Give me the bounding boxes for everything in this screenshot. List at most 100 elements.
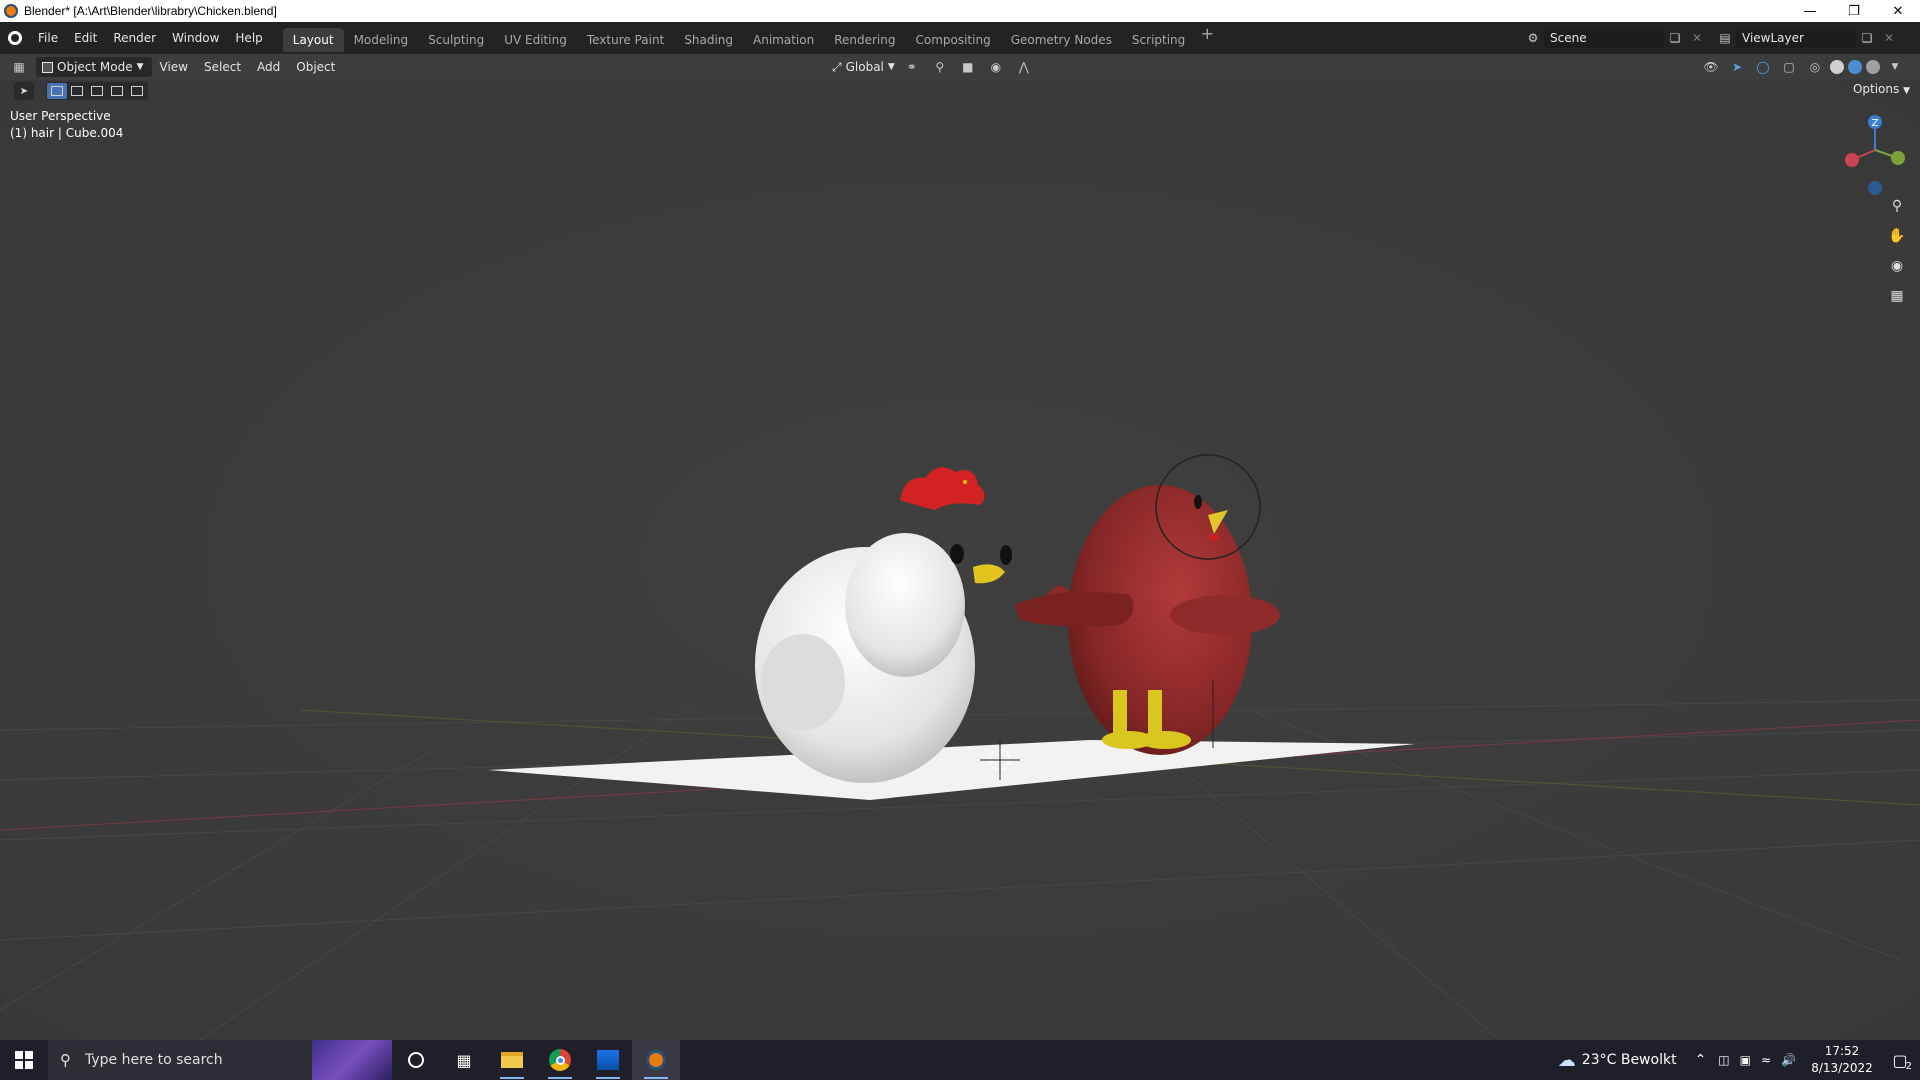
tab-texture-paint[interactable]: Texture Paint [577, 28, 674, 52]
menu-window[interactable]: Window [164, 22, 227, 54]
gizmo-x-axis[interactable] [1845, 153, 1859, 167]
menu-edit[interactable]: Edit [66, 22, 105, 54]
orientation-label: Global [845, 60, 884, 74]
select-extend-icon[interactable] [67, 83, 87, 99]
window-title: Blender* [A:\Art\Blender\librabry\Chicke… [24, 4, 277, 18]
chevron-down-icon: ▼ [136, 62, 144, 72]
gizmo-toggle-icon[interactable]: ➤ [1726, 57, 1748, 77]
cloud-weather-icon: ☁ [1557, 1049, 1576, 1071]
taskbar-blender[interactable] [632, 1040, 680, 1080]
restore-button[interactable]: ❐ [1832, 0, 1876, 22]
material-preview-shading-icon[interactable] [1848, 60, 1862, 74]
action-center-button[interactable]: ▢ 2 [1880, 1040, 1920, 1080]
orientation-selector[interactable]: ⤢ Global ▼ [832, 60, 895, 75]
window-titlebar: Blender* [A:\Art\Blender\librabry\Chicke… [0, 0, 1920, 22]
falloff-icon[interactable]: ⋀ [1013, 57, 1035, 77]
tab-sculpting[interactable]: Sculpting [418, 28, 494, 52]
wifi-icon[interactable]: ≈ [1761, 1053, 1771, 1067]
cortana-circle-icon [408, 1052, 424, 1068]
options-dropdown[interactable]: Options ▼ [1853, 82, 1910, 96]
editor-type-icon[interactable]: ▦ [8, 57, 30, 77]
select-tool-icon[interactable]: ➤ [14, 82, 34, 100]
taskbar-chrome[interactable] [536, 1040, 584, 1080]
chrome-icon [549, 1049, 571, 1071]
add-workspace-button[interactable]: + [1197, 24, 1217, 52]
viewport-header: ▦ Object Mode ▼ View Select Add Object ⤢… [0, 54, 1920, 80]
scene-browse-icon[interactable]: ⚙ [1522, 28, 1544, 48]
viewport-display-tools: 👁 ➤ ◯ ▢ ◎ ▼ [1700, 57, 1906, 77]
viewlayer-name-field[interactable]: ViewLayer [1736, 28, 1856, 48]
search-icon: ⚲ [60, 1051, 71, 1069]
display-icon[interactable]: ▣ [1740, 1053, 1751, 1067]
perspective-toggle-icon[interactable]: ▦ [1886, 285, 1908, 307]
selection-mode-group [46, 82, 148, 100]
taskbar-search-box[interactable]: ⚲ Type here to search [48, 1040, 392, 1080]
camera-view-icon[interactable]: ◉ [1886, 255, 1908, 277]
menu-render[interactable]: Render [105, 22, 164, 54]
rendered-shading-icon[interactable] [1866, 60, 1880, 74]
select-subtract-icon[interactable] [87, 83, 107, 99]
volume-icon[interactable]: 🔊 [1781, 1053, 1796, 1067]
taskbar-photos[interactable] [584, 1040, 632, 1080]
visibility-icon[interactable]: 👁 [1700, 57, 1722, 77]
taskbar-file-explorer[interactable] [488, 1040, 536, 1080]
tab-uv-editing[interactable]: UV Editing [494, 28, 577, 52]
tab-compositing[interactable]: Compositing [905, 28, 1000, 52]
tab-geometry-nodes[interactable]: Geometry Nodes [1001, 28, 1122, 52]
taskbar-clock[interactable]: 17:52 8/13/2022 [1804, 1043, 1880, 1077]
show-hidden-icons-icon[interactable]: ⌃ [1695, 1052, 1707, 1068]
perspective-label: User Perspective [10, 109, 111, 123]
menu-view[interactable]: View [152, 60, 196, 74]
scene-name-field[interactable]: Scene [1544, 28, 1664, 48]
menu-object[interactable]: Object [288, 60, 343, 74]
weather-label[interactable]: 23°C Bewolkt [1582, 1052, 1677, 1068]
menu-file[interactable]: File [30, 22, 66, 54]
viewport-info-overlay: User Perspective (1) hair | Cube.004 [10, 108, 123, 142]
viewlayer-browse-icon[interactable]: ▤ [1714, 28, 1736, 48]
search-highlight-image [312, 1040, 392, 1080]
delete-scene-icon[interactable]: ✕ [1686, 28, 1708, 48]
new-viewlayer-icon[interactable]: ❏ [1856, 28, 1878, 48]
blender-menu-button[interactable] [0, 22, 30, 54]
gizmo-neg-z-axis[interactable] [1868, 181, 1882, 195]
tab-modeling[interactable]: Modeling [344, 28, 419, 52]
task-view-button[interactable]: ▦ [440, 1040, 488, 1080]
overlay-toggle-icon[interactable]: ◯ [1752, 57, 1774, 77]
tab-animation[interactable]: Animation [743, 28, 824, 52]
minimize-button[interactable]: — [1788, 0, 1832, 22]
clock-date: 8/13/2022 [1811, 1061, 1873, 1075]
close-button[interactable]: ✕ [1876, 0, 1920, 22]
menu-add[interactable]: Add [249, 60, 288, 74]
pivot-point-icon[interactable]: ⚭ [901, 57, 923, 77]
snap-icon[interactable]: ⚲ [929, 57, 951, 77]
xray-toggle-icon[interactable]: ▢ [1778, 57, 1800, 77]
start-button[interactable] [0, 1040, 48, 1080]
3d-viewport[interactable]: User Perspective (1) hair | Cube.004 Z ⚲… [0, 80, 1920, 1040]
gizmo-y-axis[interactable] [1891, 151, 1905, 165]
select-intersect-icon[interactable] [127, 83, 147, 99]
shading-options-icon[interactable]: ▼ [1884, 57, 1906, 77]
snap-target-icon[interactable]: ■ [957, 57, 979, 77]
pan-hand-icon[interactable]: ✋ [1886, 225, 1908, 247]
solid-shading-icon[interactable] [1830, 60, 1844, 74]
zoom-icon[interactable]: ⚲ [1886, 195, 1908, 217]
wireframe-shading-icon[interactable]: ◎ [1804, 57, 1826, 77]
tab-rendering[interactable]: Rendering [824, 28, 905, 52]
tab-shading[interactable]: Shading [674, 28, 743, 52]
device-icon[interactable]: ◫ [1718, 1053, 1729, 1067]
cortana-button[interactable] [392, 1040, 440, 1080]
tab-layout[interactable]: Layout [282, 28, 344, 52]
mode-selector[interactable]: Object Mode ▼ [36, 57, 152, 77]
tab-scripting[interactable]: Scripting [1122, 28, 1195, 52]
blender-app-icon [4, 4, 18, 18]
photos-icon [597, 1050, 619, 1070]
delete-viewlayer-icon[interactable]: ✕ [1878, 28, 1900, 48]
select-new-icon[interactable] [47, 83, 67, 99]
menu-help[interactable]: Help [227, 22, 270, 54]
top-bar: File Edit Render Window Help Layout Mode… [0, 22, 1920, 54]
select-invert-icon[interactable] [107, 83, 127, 99]
mode-label: Object Mode [57, 60, 133, 74]
menu-select[interactable]: Select [196, 60, 249, 74]
proportional-edit-icon[interactable]: ◉ [985, 57, 1007, 77]
new-scene-icon[interactable]: ❏ [1664, 28, 1686, 48]
